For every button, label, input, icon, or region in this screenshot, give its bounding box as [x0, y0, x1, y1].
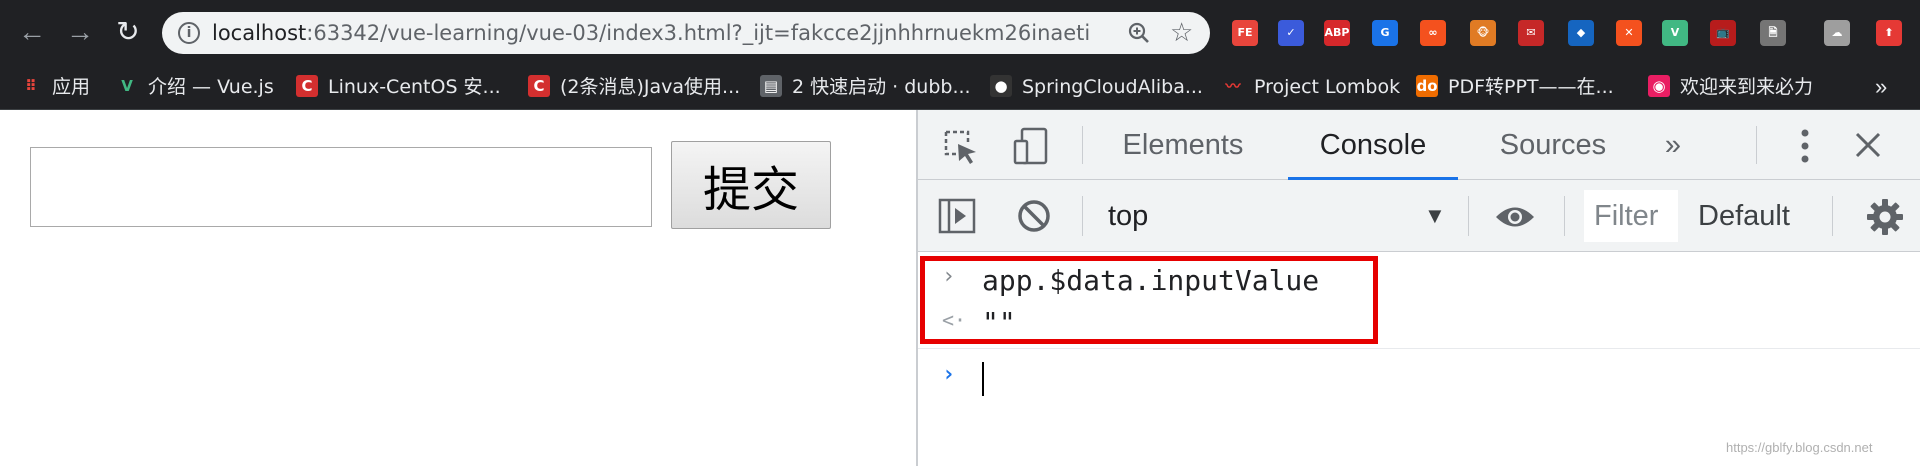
dropdown-triangle-icon[interactable]: ▼	[1424, 180, 1446, 252]
bookmark-item[interactable]: 〰 Project Lombok	[1222, 64, 1400, 110]
toolbar-separator	[1468, 196, 1469, 236]
bookmark-label: PDF转PPT——在...	[1448, 76, 1614, 98]
upload-extension-icon[interactable]: ⬆	[1876, 20, 1902, 46]
devtools-panel: Elements Console Sources » top ▼ Filter De	[916, 110, 1920, 466]
text-caret	[982, 362, 984, 396]
diamond-extension-icon[interactable]: ◆	[1568, 20, 1594, 46]
checkmark-extension-icon[interactable]: ✓	[1278, 20, 1304, 46]
bookmark-star-icon[interactable]: ☆	[1170, 16, 1193, 48]
bookmark-label: SpringCloudAliba...	[1022, 76, 1203, 98]
device-toolbar-icon[interactable]	[1012, 126, 1052, 166]
url-host: localhost	[212, 21, 307, 45]
bookmark-item[interactable]: do PDF转PPT——在...	[1416, 64, 1614, 110]
csdn-icon: C	[528, 74, 550, 97]
bookmark-item[interactable]: ▤ 2 快速启动 · dubb...	[760, 64, 971, 110]
bookmarks-overflow-icon[interactable]: »	[1875, 64, 1887, 110]
tab-sources[interactable]: Sources	[1478, 110, 1628, 180]
bookmark-label: 欢迎来到来必力	[1680, 76, 1814, 98]
bookmark-label: 应用	[52, 76, 91, 98]
tab-elements[interactable]: Elements	[1098, 110, 1268, 180]
bookmarks-bar: ⠿ 应用 V 介绍 — Vue.js C Linux-CentOS 安... C (2条消息)…	[0, 64, 1920, 110]
tv-extension-icon[interactable]: 📺	[1710, 20, 1736, 46]
csdn-icon: C	[296, 74, 318, 97]
apps-grid-icon: ⠿	[25, 76, 37, 95]
forward-icon[interactable]: →	[62, 14, 98, 50]
toggle-sidebar-icon[interactable]	[938, 198, 976, 234]
watermark: https://gblfy.blog.csdn.net	[1726, 440, 1873, 455]
fe-helper-extension-icon[interactable]: FE	[1232, 20, 1258, 46]
toolbar-separator	[1832, 196, 1833, 236]
github-icon: ●	[990, 74, 1012, 97]
tab-console[interactable]: Console	[1288, 110, 1458, 180]
close-devtools-icon[interactable]	[1854, 131, 1882, 159]
text-input[interactable]	[30, 147, 652, 227]
clear-console-icon[interactable]	[1016, 198, 1052, 234]
submit-button[interactable]: 提交	[671, 141, 831, 229]
chili-icon: 〰	[1225, 76, 1241, 95]
bookmark-item[interactable]: C Linux-CentOS 安...	[296, 64, 501, 110]
weather-extension-icon[interactable]: ☁	[1824, 20, 1850, 46]
bookmark-label: (2条消息)Java使用...	[560, 76, 741, 98]
toolbar-separator	[1082, 196, 1083, 236]
more-tabs-icon[interactable]: »	[1653, 110, 1693, 180]
site-info-icon[interactable]: i	[178, 22, 200, 44]
page-content: 提交	[0, 110, 916, 466]
console-output[interactable]: › app.$data.inputValue <· "" ›	[918, 252, 1920, 466]
tabbar-separator	[1082, 126, 1083, 164]
toolbar-separator	[1564, 196, 1565, 236]
kebab-menu-icon[interactable]	[1798, 128, 1812, 164]
bookmark-item[interactable]: ◉ 欢迎来到来必力	[1648, 64, 1813, 110]
reload-icon[interactable]: ↻	[110, 14, 146, 50]
mail-extension-icon[interactable]: ✉	[1518, 20, 1544, 46]
filter-input[interactable]: Filter	[1584, 190, 1678, 242]
console-divider	[918, 348, 1920, 349]
notes-extension-icon[interactable]: 🗎	[1760, 20, 1786, 46]
tabbar-separator	[1756, 126, 1757, 164]
zoom-icon[interactable]	[1128, 22, 1150, 44]
book-icon: ▤	[760, 74, 782, 97]
bookmark-label: Project Lombok	[1254, 76, 1401, 98]
bookmark-label: Linux-CentOS 安...	[328, 76, 501, 98]
bookmark-label: 介绍 — Vue.js	[148, 76, 274, 98]
google-translate-extension-icon[interactable]: G	[1372, 20, 1398, 46]
monkey-extension-icon[interactable]: 🐵	[1470, 20, 1496, 46]
devtools-tab-bar: Elements Console Sources »	[918, 110, 1920, 180]
browser-toolbar: ← → ↻ i localhost:63342/vue-learning/vue…	[0, 0, 1920, 64]
settings-gear-icon[interactable]	[1866, 198, 1904, 236]
eye-icon[interactable]	[1494, 204, 1536, 230]
bookmark-label: 2 快速启动 · dubb...	[792, 76, 971, 98]
adblock-extension-icon[interactable]: ABP	[1324, 20, 1350, 46]
bookmark-item[interactable]: V 介绍 — Vue.js	[116, 64, 274, 110]
close-extension-icon[interactable]: ✕	[1616, 20, 1642, 46]
bookmark-item[interactable]: ● SpringCloudAliba...	[990, 64, 1203, 110]
back-icon[interactable]: ←	[14, 14, 50, 50]
livere-icon: ◉	[1648, 74, 1670, 97]
do-icon: do	[1416, 74, 1438, 97]
vue-devtools-extension-icon[interactable]: V	[1662, 20, 1688, 46]
red-highlight-box	[920, 256, 1378, 344]
bookmark-item[interactable]: C (2条消息)Java使用...	[528, 64, 740, 110]
context-selector[interactable]: top	[1108, 180, 1148, 252]
url-text[interactable]: localhost:63342/vue-learning/vue-03/inde…	[212, 12, 1090, 54]
bookmark-item[interactable]: ⠿ 应用	[20, 64, 90, 110]
vue-icon: V	[121, 76, 133, 95]
inspect-element-icon[interactable]	[942, 128, 980, 166]
url-path: :63342/vue-learning/vue-03/index3.html?_…	[306, 21, 1091, 45]
address-bar[interactable]: i localhost:63342/vue-learning/vue-03/in…	[162, 12, 1210, 54]
infinity-extension-icon[interactable]: ∞	[1420, 20, 1446, 46]
console-toolbar: top ▼ Filter Default	[918, 180, 1920, 252]
prompt-chevron-icon: ›	[942, 362, 956, 387]
console-prompt-line[interactable]: ›	[918, 358, 1920, 398]
log-levels-dropdown[interactable]: Default	[1698, 180, 1790, 252]
